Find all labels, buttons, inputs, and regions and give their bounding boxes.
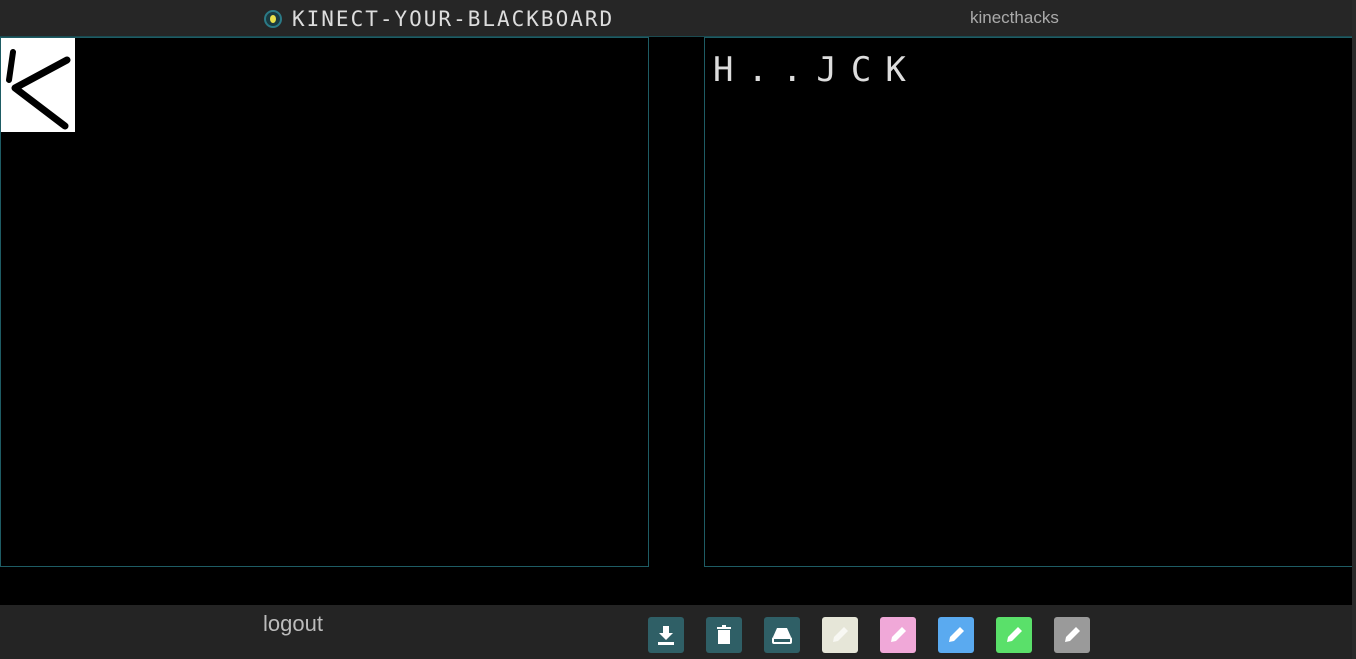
drawn-character-preview [1, 38, 75, 132]
header: KINECT-YOUR-BLACKBOARD kinecthacks [0, 0, 1356, 37]
recognized-text-panel: H..JCK [704, 37, 1353, 567]
save-button[interactable] [764, 617, 800, 653]
pencil-icon [891, 627, 906, 642]
download-button[interactable] [648, 617, 684, 653]
username[interactable]: kinecthacks [970, 8, 1059, 28]
pencil-icon [1065, 627, 1080, 642]
pencil-icon [1007, 627, 1022, 642]
clear-button[interactable] [706, 617, 742, 653]
pen-green-button[interactable] [996, 617, 1032, 653]
pen-gray-button[interactable] [1054, 617, 1090, 653]
drive-icon [772, 628, 792, 644]
pen-blue-button[interactable] [938, 617, 974, 653]
pencil-icon [949, 627, 964, 642]
drawing-canvas[interactable] [0, 37, 649, 567]
logout-link[interactable]: logout [263, 611, 323, 637]
recognized-text: H..JCK [713, 50, 920, 90]
download-icon [658, 626, 674, 645]
window-edge [1352, 0, 1356, 659]
footer-toolbar: logout [0, 605, 1356, 659]
app-title: KINECT-YOUR-BLACKBOARD [292, 7, 615, 31]
lightbulb-logo-icon [264, 10, 282, 28]
pencil-icon [833, 627, 848, 642]
pen-white-button[interactable] [822, 617, 858, 653]
pen-pink-button[interactable] [880, 617, 916, 653]
trash-icon [717, 625, 731, 644]
